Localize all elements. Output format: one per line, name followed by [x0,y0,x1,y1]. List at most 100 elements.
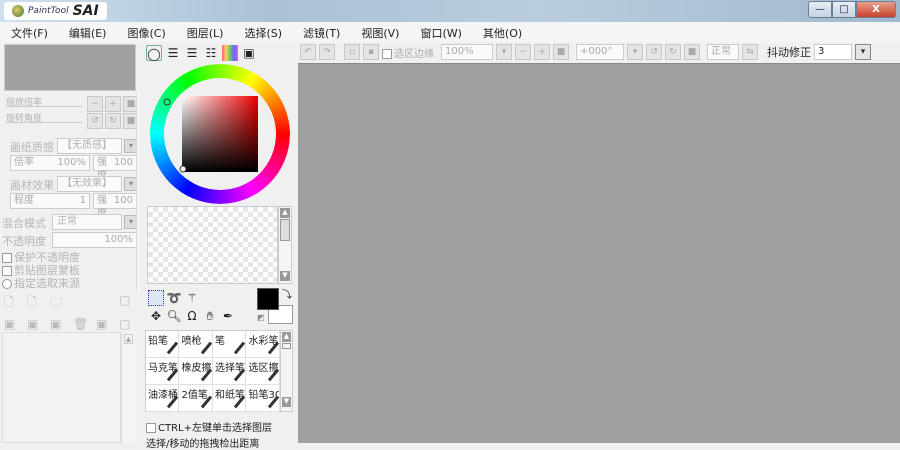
brush-slot[interactable]: 水彩笔 [246,331,280,358]
undo-icon[interactable]: ↶ [300,44,316,60]
nav-zoom-out-icon[interactable]: − [87,96,103,112]
delete-layer-icon[interactable]: 🗑 [73,317,93,331]
menu-filter[interactable]: 滤镜(T) [292,22,350,42]
mixer-tab-icon[interactable]: ☷ [203,45,219,61]
brush-slot[interactable]: 和纸笔 [213,385,246,412]
color-wheel-tab-icon[interactable]: ◯ [146,45,162,61]
blend-mode-select[interactable]: 正常 [52,214,122,230]
brush-slot[interactable]: 铅笔 [146,331,179,358]
layer-list-scrollbar[interactable]: ▲ [121,332,135,443]
close-button[interactable]: X [856,1,896,18]
scratchpad[interactable] [147,206,278,284]
brush-slot[interactable]: 油漆桶 [146,385,179,412]
layer-settings-icon[interactable]: ▢ [119,317,139,331]
scratchpad-tab-icon[interactable]: ▣ [241,45,257,61]
brush-slot[interactable]: 喷枪 [179,331,213,358]
material-effect-select[interactable]: 【无效果】 [57,176,122,192]
menu-layer[interactable]: 图层(L) [176,22,234,42]
rotate-tool-icon[interactable]: Ω [184,308,200,324]
merge-down-icon[interactable]: ▣ [27,317,47,331]
scale-value: 100% [57,157,86,168]
zoom-out-icon[interactable]: − [515,44,531,60]
sv-marker[interactable] [179,165,187,173]
rotate-left-icon[interactable]: ↺ [646,44,662,60]
hsv-slider-tab-icon[interactable]: ☰ [184,45,200,61]
rotation-dropdown-icon[interactable]: ▾ [627,44,643,60]
brush-slot[interactable]: 选区擦 [246,358,280,385]
nav-rotate-left-icon[interactable]: ↺ [87,113,103,129]
minimize-button[interactable]: — [808,1,832,18]
deselect-icon[interactable]: ▫ [344,44,360,60]
rotate-slider[interactable] [6,122,82,123]
new-folder-icon[interactable]: 🗀 [50,293,70,314]
rotation-field[interactable]: +000° [576,44,624,60]
primary-color[interactable] [257,288,279,310]
brush-slot[interactable]: 铅笔30 [246,385,280,412]
transfer-down-icon[interactable]: ▣ [4,317,24,331]
layer-mask-icon[interactable]: ▢ [119,293,139,314]
paper-texture-select[interactable]: 【无质感】 [57,138,122,154]
navigator-preview[interactable] [4,44,136,91]
zoom-tool-icon[interactable]: 🔍︎ [166,308,182,324]
brush-slot[interactable]: 2值笔 [179,385,213,412]
brush-slot[interactable]: 橡皮擦 [179,358,213,385]
zoom-in-icon[interactable]: + [534,44,550,60]
blend-mode-field[interactable]: 正常 [707,44,739,60]
texture-strength-field[interactable]: 强度 100 [93,155,137,182]
left-panel-scrollbar[interactable] [136,92,140,292]
zoom-slider[interactable] [6,106,82,107]
new-folder-layer-icon[interactable]: 🗋 [27,293,47,314]
material-strength-field[interactable]: 强度 100 [93,193,137,220]
brush-slot[interactable]: 马克笔 [146,358,179,385]
menu-image[interactable]: 图像(C) [116,22,175,42]
menu-other[interactable]: 其他(O) [472,22,532,42]
menu-window[interactable]: 窗口(W) [409,22,471,42]
zoom-dropdown-icon[interactable]: ▾ [496,44,512,60]
flip-icon[interactable]: ⇆ [742,44,758,60]
apply-mask-icon[interactable]: ▣ [96,317,116,331]
brush-slot[interactable]: 笔 [213,331,246,358]
swap-colors-icon[interactable]: ⤵ [282,286,292,301]
move-icon[interactable]: ✥ [148,308,164,324]
brush-scrollbar[interactable]: ▲ ▼ [280,330,293,412]
eyedropper-icon[interactable]: ✒ [220,308,236,324]
menu-edit[interactable]: 编辑(E) [58,22,117,42]
lasso-icon[interactable]: ➰ [166,290,182,306]
new-layer-icon[interactable]: 🗋 [4,293,24,314]
menu-select[interactable]: 选择(S) [233,22,292,42]
reset-colors-icon[interactable]: ◩ [257,313,265,322]
maximize-button[interactable]: □ [832,1,856,18]
swatches-tab-icon[interactable] [222,45,238,61]
magic-wand-icon[interactable]: ⚚ [184,290,200,306]
opacity-slider[interactable]: 100% [52,232,137,248]
selection-edge-toggle[interactable]: 选区边缘 [382,45,434,60]
stabilizer-field[interactable]: 3 [814,44,852,60]
selection-source-checkbox[interactable]: 指定选取来源 [2,275,80,291]
stabilizer-dropdown-icon[interactable]: ▾ [855,44,871,60]
invert-selection-icon[interactable]: ▪ [363,44,379,60]
clear-layer-icon[interactable]: ▣ [50,317,70,331]
material-effect-label: 画材效果 [10,179,54,192]
strength-label: 强度 [97,157,107,182]
zoom-reset-icon[interactable]: ■ [553,44,569,60]
rotate-right-icon[interactable]: ↻ [665,44,681,60]
texture-scale-field[interactable]: 倍率 100% [10,155,90,171]
rgb-slider-tab-icon[interactable]: ☰ [165,45,181,61]
brush-slot[interactable]: 选择笔 [213,358,246,385]
color-wheel[interactable] [150,64,290,204]
zoom-field[interactable]: 100% [441,44,493,60]
menu-view[interactable]: 视图(V) [350,22,409,42]
layer-list[interactable] [2,332,121,443]
canvas-area[interactable] [298,63,900,443]
menu-file[interactable]: 文件(F) [0,22,58,42]
rect-select-icon[interactable] [148,290,164,306]
hand-icon[interactable]: ✋︎ [202,308,218,324]
ctrl-select-layer-checkbox[interactable]: CTRL+左键单击选择图层 [146,419,272,434]
redo-icon[interactable]: ↷ [319,44,335,60]
rotate-reset-icon[interactable]: ■ [684,44,700,60]
nav-rotate-right-icon[interactable]: ↻ [105,113,121,129]
logo-sai: SAI [72,3,99,19]
material-degree-field[interactable]: 程度 1 [10,193,90,209]
scratchpad-scrollbar[interactable]: ▲ ▼ [278,206,292,284]
nav-zoom-in-icon[interactable]: + [105,96,121,112]
